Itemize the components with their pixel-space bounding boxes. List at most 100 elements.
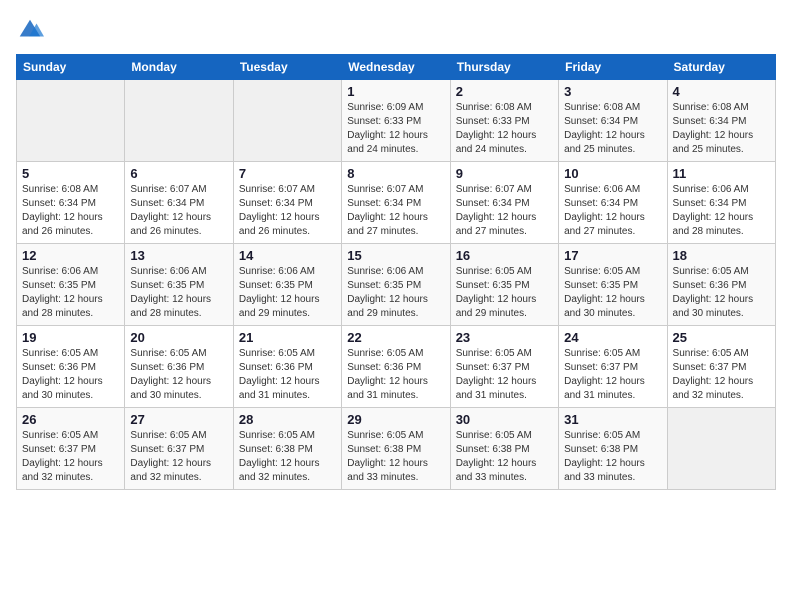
day-info: Sunrise: 6:08 AMSunset: 6:34 PMDaylight:… — [564, 101, 661, 157]
week-row-3: 19 Sunrise: 6:05 AMSunset: 6:36 PMDayligh… — [17, 326, 776, 408]
calendar-cell: 20 Sunrise: 6:05 AMSunset: 6:36 PMDayligh… — [125, 326, 233, 408]
day-info: Sunrise: 6:05 AMSunset: 6:37 PMDaylight:… — [22, 429, 119, 485]
day-number: 30 — [456, 412, 553, 427]
day-number: 6 — [130, 166, 227, 181]
header-friday: Friday — [559, 55, 667, 80]
day-number: 2 — [456, 84, 553, 99]
calendar-cell: 9Sunrise: 6:07 AMSunset: 6:34 PMDaylight… — [450, 162, 558, 244]
day-number: 31 — [564, 412, 661, 427]
header-saturday: Saturday — [667, 55, 775, 80]
day-number: 14 — [239, 248, 336, 263]
day-info: Sunrise: 6:05 AMSunset: 6:36 PMDaylight:… — [239, 347, 336, 403]
calendar-cell: 25 Sunrise: 6:05 AMSunset: 6:37 PMDayligh… — [667, 326, 775, 408]
calendar-cell: 2Sunrise: 6:08 AMSunset: 6:33 PMDaylight… — [450, 80, 558, 162]
day-number: 21 — [239, 330, 336, 345]
day-number: 5 — [22, 166, 119, 181]
day-info: Sunrise: 6:05 AMSunset: 6:37 PMDaylight:… — [456, 347, 553, 403]
header-row: SundayMondayTuesdayWednesdayThursdayFrid… — [17, 55, 776, 80]
week-row-1: 5Sunrise: 6:08 AMSunset: 6:34 PMDaylight… — [17, 162, 776, 244]
day-number: 24 — [564, 330, 661, 345]
day-info: Sunrise: 6:05 AMSunset: 6:36 PMDaylight:… — [130, 347, 227, 403]
calendar-cell: 17Sunrise: 6:05 AMSunset: 6:35 PMDayligh… — [559, 244, 667, 326]
day-info: Sunrise: 6:07 AMSunset: 6:34 PMDaylight:… — [347, 183, 444, 239]
header-sunday: Sunday — [17, 55, 125, 80]
day-info: Sunrise: 6:05 AMSunset: 6:38 PMDaylight:… — [564, 429, 661, 485]
calendar-cell: 30 Sunrise: 6:05 AMSunset: 6:38 PMDayligh… — [450, 408, 558, 490]
day-number: 1 — [347, 84, 444, 99]
calendar-cell — [17, 80, 125, 162]
day-info: Sunrise: 6:05 AMSunset: 6:38 PMDaylight:… — [456, 429, 553, 485]
day-info: Sunrise: 6:06 AMSunset: 6:34 PMDaylight:… — [564, 183, 661, 239]
day-info: Sunrise: 6:05 AMSunset: 6:38 PMDaylight:… — [347, 429, 444, 485]
logo-icon — [16, 16, 44, 44]
day-number: 22 — [347, 330, 444, 345]
day-info: Sunrise: 6:05 AMSunset: 6:38 PMDaylight:… — [239, 429, 336, 485]
calendar-cell: 5Sunrise: 6:08 AMSunset: 6:34 PMDaylight… — [17, 162, 125, 244]
day-info: Sunrise: 6:05 AMSunset: 6:36 PMDaylight:… — [22, 347, 119, 403]
day-info: Sunrise: 6:08 AMSunset: 6:34 PMDaylight:… — [673, 101, 770, 157]
calendar-cell: 15 Sunrise: 6:06 AMSunset: 6:35 PMDayligh… — [342, 244, 450, 326]
day-info: Sunrise: 6:05 AMSunset: 6:37 PMDaylight:… — [673, 347, 770, 403]
day-number: 7 — [239, 166, 336, 181]
day-number: 18 — [673, 248, 770, 263]
calendar-cell: 7 Sunrise: 6:07 AMSunset: 6:34 PMDaylight… — [233, 162, 341, 244]
calendar-cell: 26 Sunrise: 6:05 AMSunset: 6:37 PMDayligh… — [17, 408, 125, 490]
day-number: 19 — [22, 330, 119, 345]
week-row-0: 1Sunrise: 6:09 AMSunset: 6:33 PMDaylight… — [17, 80, 776, 162]
calendar-cell: 6Sunrise: 6:07 AMSunset: 6:34 PMDaylight… — [125, 162, 233, 244]
calendar-cell: 4 Sunrise: 6:08 AMSunset: 6:34 PMDaylight… — [667, 80, 775, 162]
day-info: Sunrise: 6:05 AMSunset: 6:36 PMDaylight:… — [673, 265, 770, 321]
calendar-cell: 14 Sunrise: 6:06 AMSunset: 6:35 PMDayligh… — [233, 244, 341, 326]
day-info: Sunrise: 6:05 AMSunset: 6:37 PMDaylight:… — [564, 347, 661, 403]
calendar-cell: 11 Sunrise: 6:06 AMSunset: 6:34 PMDayligh… — [667, 162, 775, 244]
calendar-cell: 22 Sunrise: 6:05 AMSunset: 6:36 PMDayligh… — [342, 326, 450, 408]
calendar-cell: 19 Sunrise: 6:05 AMSunset: 6:36 PMDayligh… — [17, 326, 125, 408]
calendar-cell: 12 Sunrise: 6:06 AMSunset: 6:35 PMDayligh… — [17, 244, 125, 326]
day-number: 28 — [239, 412, 336, 427]
calendar-cell: 13 Sunrise: 6:06 AMSunset: 6:35 PMDayligh… — [125, 244, 233, 326]
day-number: 11 — [673, 166, 770, 181]
calendar-cell — [125, 80, 233, 162]
day-number: 12 — [22, 248, 119, 263]
day-info: Sunrise: 6:06 AMSunset: 6:35 PMDaylight:… — [22, 265, 119, 321]
day-info: Sunrise: 6:06 AMSunset: 6:35 PMDaylight:… — [347, 265, 444, 321]
day-number: 4 — [673, 84, 770, 99]
day-number: 16 — [456, 248, 553, 263]
day-number: 23 — [456, 330, 553, 345]
day-info: Sunrise: 6:05 AMSunset: 6:36 PMDaylight:… — [347, 347, 444, 403]
day-number: 26 — [22, 412, 119, 427]
day-info: Sunrise: 6:05 AMSunset: 6:37 PMDaylight:… — [130, 429, 227, 485]
calendar-cell: 10 Sunrise: 6:06 AMSunset: 6:34 PMDayligh… — [559, 162, 667, 244]
week-row-4: 26 Sunrise: 6:05 AMSunset: 6:37 PMDayligh… — [17, 408, 776, 490]
day-number: 17 — [564, 248, 661, 263]
header-wednesday: Wednesday — [342, 55, 450, 80]
calendar-table: SundayMondayTuesdayWednesdayThursdayFrid… — [16, 54, 776, 490]
day-info: Sunrise: 6:06 AMSunset: 6:35 PMDaylight:… — [239, 265, 336, 321]
day-info: Sunrise: 6:07 AMSunset: 6:34 PMDaylight:… — [456, 183, 553, 239]
day-number: 20 — [130, 330, 227, 345]
calendar-cell: 29Sunrise: 6:05 AMSunset: 6:38 PMDayligh… — [342, 408, 450, 490]
day-info: Sunrise: 6:06 AMSunset: 6:35 PMDaylight:… — [130, 265, 227, 321]
week-row-2: 12 Sunrise: 6:06 AMSunset: 6:35 PMDayligh… — [17, 244, 776, 326]
header-thursday: Thursday — [450, 55, 558, 80]
day-number: 10 — [564, 166, 661, 181]
calendar-cell: 24 Sunrise: 6:05 AMSunset: 6:37 PMDayligh… — [559, 326, 667, 408]
day-number: 15 — [347, 248, 444, 263]
calendar-cell: 21 Sunrise: 6:05 AMSunset: 6:36 PMDayligh… — [233, 326, 341, 408]
day-info: Sunrise: 6:07 AMSunset: 6:34 PMDaylight:… — [239, 183, 336, 239]
calendar-cell: 3 Sunrise: 6:08 AMSunset: 6:34 PMDaylight… — [559, 80, 667, 162]
day-number: 25 — [673, 330, 770, 345]
calendar-cell: 18 Sunrise: 6:05 AMSunset: 6:36 PMDayligh… — [667, 244, 775, 326]
calendar-cell: 23 Sunrise: 6:05 AMSunset: 6:37 PMDayligh… — [450, 326, 558, 408]
page-header — [16, 16, 776, 44]
calendar-cell: 8Sunrise: 6:07 AMSunset: 6:34 PMDaylight… — [342, 162, 450, 244]
day-info: Sunrise: 6:06 AMSunset: 6:34 PMDaylight:… — [673, 183, 770, 239]
calendar-cell: 16Sunrise: 6:05 AMSunset: 6:35 PMDayligh… — [450, 244, 558, 326]
calendar-cell: 27Sunrise: 6:05 AMSunset: 6:37 PMDayligh… — [125, 408, 233, 490]
header-tuesday: Tuesday — [233, 55, 341, 80]
logo — [16, 16, 48, 44]
day-number: 3 — [564, 84, 661, 99]
day-number: 13 — [130, 248, 227, 263]
calendar-cell — [667, 408, 775, 490]
calendar-cell: 28 Sunrise: 6:05 AMSunset: 6:38 PMDayligh… — [233, 408, 341, 490]
